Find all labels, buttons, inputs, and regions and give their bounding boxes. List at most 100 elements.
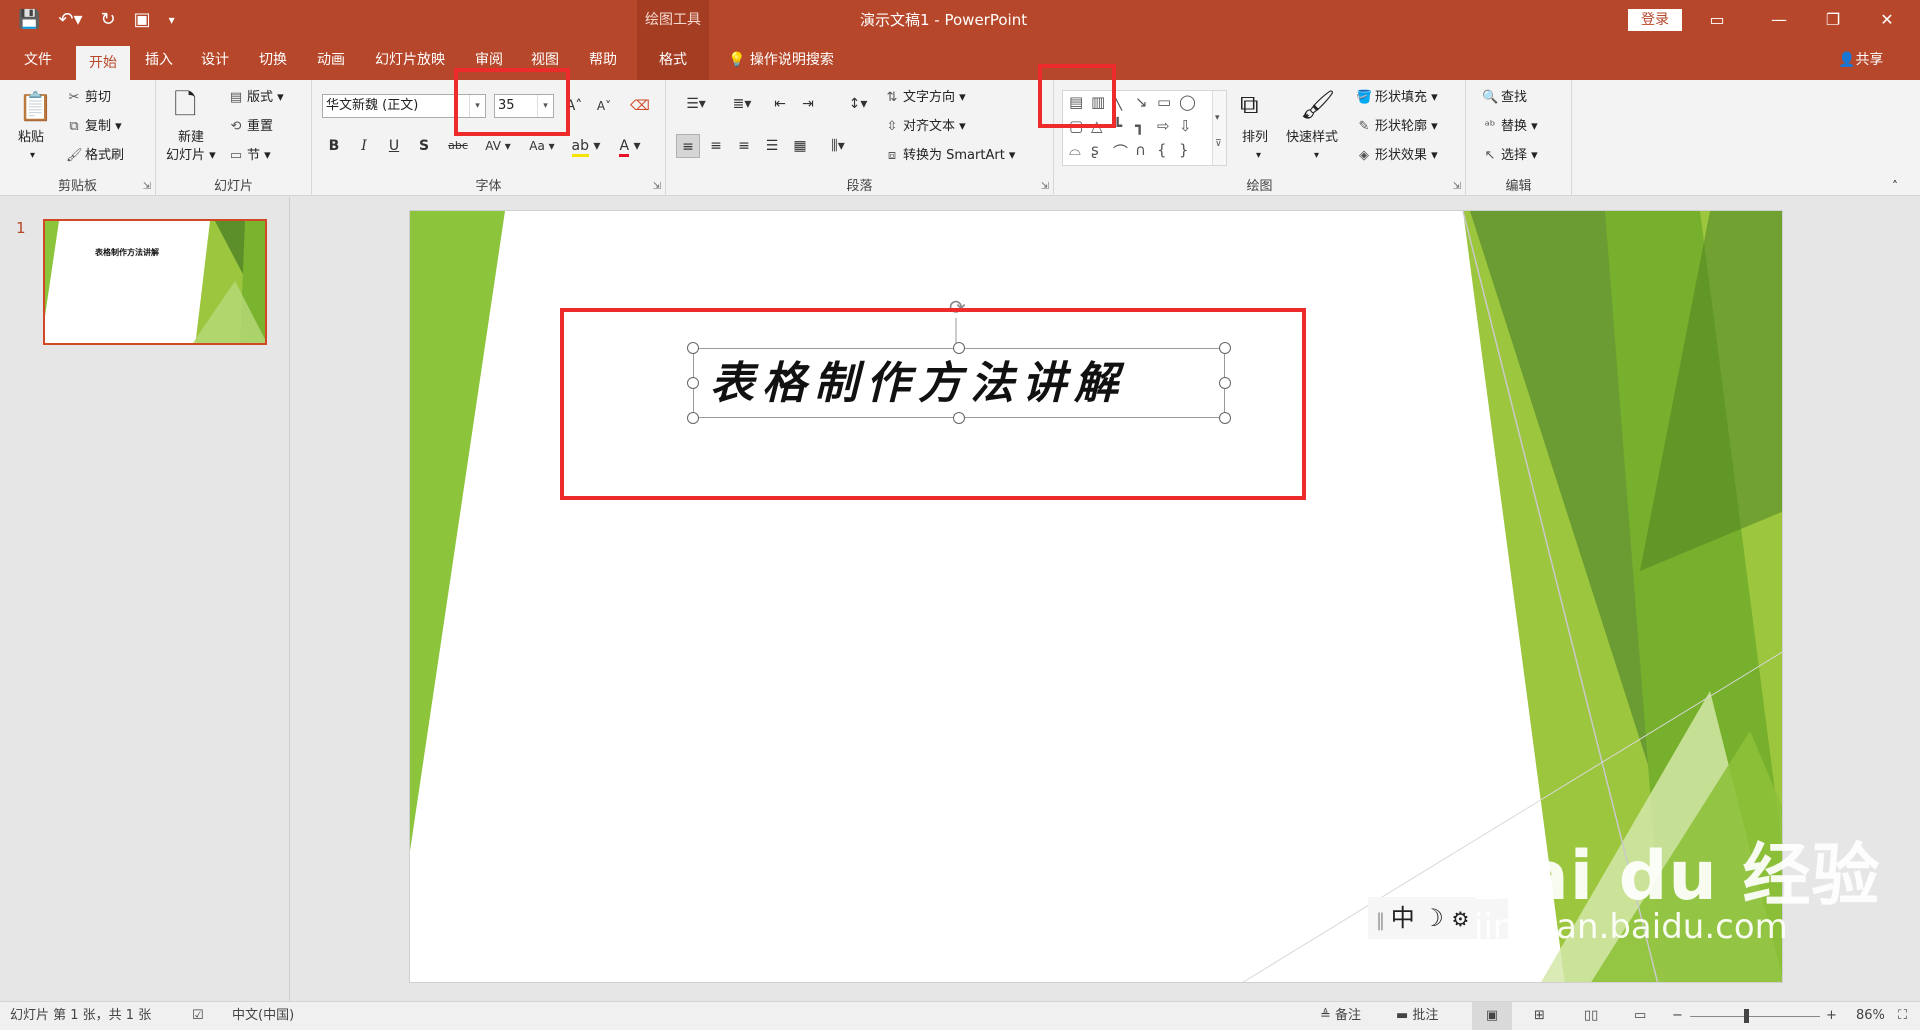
left-brace-icon[interactable]: {	[1157, 141, 1167, 159]
tell-me-search[interactable]: 💡 操作说明搜索	[728, 40, 834, 80]
comments-button[interactable]: ▬ 批注	[1396, 1002, 1438, 1030]
oval-icon[interactable]: ◯	[1179, 93, 1196, 111]
ime-mode[interactable]: 中	[1391, 904, 1415, 932]
tab-help[interactable]: 帮助	[580, 40, 626, 80]
strikethrough-button[interactable]: abc	[442, 134, 474, 158]
dialog-launcher-icon[interactable]: ⇲	[1453, 181, 1461, 192]
clear-formatting-icon[interactable]: ⌫	[628, 94, 652, 118]
zoom-slider-thumb[interactable]	[1743, 1009, 1749, 1023]
minimize-icon[interactable]: —	[1756, 0, 1802, 40]
arrange-icon[interactable]: ⧉	[1240, 90, 1259, 120]
reset-button[interactable]: ⟲ 重置	[228, 117, 273, 137]
highlight-color-button[interactable]: ab ▾	[568, 134, 604, 158]
save-icon[interactable]: 💾	[18, 0, 40, 40]
paste-button[interactable]: 粘贴	[18, 128, 44, 148]
scribble-icon[interactable]: ʂ	[1091, 141, 1099, 159]
redo-icon[interactable]: ↻	[101, 0, 116, 40]
tab-animations[interactable]: 动画	[308, 40, 354, 80]
collapse-ribbon-icon[interactable]: ˄	[1892, 176, 1898, 196]
gallery-scroll[interactable]: ▾ ⊽	[1212, 91, 1226, 165]
align-text-button[interactable]: ⇳ 对齐文本 ▾	[884, 117, 966, 137]
down-arrow-icon[interactable]: ⇩	[1179, 117, 1192, 135]
language-status[interactable]: 中文(中国)	[232, 1002, 294, 1030]
character-spacing-button[interactable]: AV ▾	[478, 134, 518, 158]
moon-icon[interactable]: ☽	[1422, 904, 1444, 932]
paste-icon[interactable]: 📋	[18, 90, 53, 124]
ime-drag-handle[interactable]: ‖	[1376, 910, 1391, 931]
login-button[interactable]: 登录	[1628, 9, 1682, 31]
find-button[interactable]: 🔍 查找	[1482, 88, 1527, 108]
format-painter-button[interactable]: 🖌 格式刷	[66, 146, 124, 166]
notes-button[interactable]: ≜ 备注	[1320, 1002, 1361, 1030]
justify-icon[interactable]: ☰	[760, 134, 784, 158]
layout-button[interactable]: ▤ 版式 ▾	[228, 88, 284, 108]
elbow-arrow-icon[interactable]: ┓	[1135, 117, 1144, 135]
change-case-button[interactable]: Aa ▾	[522, 134, 562, 158]
right-arrow-icon[interactable]: ⇨	[1157, 117, 1170, 135]
smartart-button[interactable]: ⧈ 转换为 SmartArt ▾	[884, 146, 1016, 166]
tab-format[interactable]: 格式	[637, 40, 709, 80]
new-slide-dropdown[interactable]: 幻灯片 ▾	[166, 146, 216, 166]
bold-button[interactable]: B	[322, 134, 346, 158]
slideshow-view-icon[interactable]: ▭	[1634, 1002, 1646, 1030]
reading-view-icon[interactable]: ▯▯	[1584, 1002, 1598, 1030]
shrink-font-button[interactable]: A˅	[592, 94, 616, 118]
zoom-out-icon[interactable]: −	[1672, 1002, 1683, 1030]
text-direction-button[interactable]: ⇅ 文字方向 ▾	[884, 88, 966, 108]
tab-insert[interactable]: 插入	[136, 40, 182, 80]
spell-check-icon[interactable]: ☑	[192, 1002, 204, 1030]
zoom-slider-track[interactable]	[1690, 1016, 1820, 1017]
start-slideshow-icon[interactable]: ▣	[134, 0, 151, 40]
right-brace-icon[interactable]: }	[1179, 141, 1189, 159]
font-color-button[interactable]: A ▾	[612, 134, 648, 158]
tab-transitions[interactable]: 切换	[250, 40, 296, 80]
select-button[interactable]: ↖ 选择 ▾	[1482, 146, 1538, 166]
arc-icon[interactable]: ⌒	[1113, 141, 1128, 162]
section-button[interactable]: ▭ 节 ▾	[228, 146, 271, 166]
restore-icon[interactable]: ❐	[1810, 0, 1856, 40]
dialog-launcher-icon[interactable]: ⇲	[1041, 181, 1049, 192]
undo-icon[interactable]: ↶▾	[58, 0, 82, 40]
share-button[interactable]: 👤共享	[1838, 40, 1883, 80]
gear-icon[interactable]: ⚙	[1452, 907, 1470, 931]
shadow-button[interactable]: S	[412, 134, 436, 158]
tab-design[interactable]: 设计	[192, 40, 238, 80]
paste-dropdown-icon[interactable]: ▾	[30, 146, 35, 166]
increase-indent-icon[interactable]: ⇥	[796, 92, 820, 116]
decrease-indent-icon[interactable]: ⇤	[768, 92, 792, 116]
align-left-icon[interactable]: ≡	[676, 134, 700, 158]
freeform-icon[interactable]: ⌓	[1069, 141, 1081, 159]
quick-styles-button[interactable]: 快速样式	[1286, 128, 1338, 148]
shape-fill-button[interactable]: 🪣 形状填充 ▾	[1356, 88, 1438, 108]
align-right-icon[interactable]: ≡	[732, 134, 756, 158]
copy-button[interactable]: ⧉ 复制 ▾	[66, 117, 121, 137]
underline-button[interactable]: U	[382, 134, 406, 158]
fit-to-window-icon[interactable]: ⛶	[1898, 1002, 1907, 1030]
slide-sorter-icon[interactable]: ⊞	[1534, 1002, 1545, 1030]
columns-icon[interactable]: ⫼▾	[820, 134, 856, 158]
customize-qat-icon[interactable]: ▾	[169, 0, 175, 40]
quick-styles-icon[interactable]: 🖌	[1300, 88, 1336, 122]
new-slide-button[interactable]: 新建	[178, 128, 204, 148]
close-icon[interactable]: ✕	[1864, 0, 1910, 40]
shape-effects-button[interactable]: ◈ 形状效果 ▾	[1356, 146, 1438, 166]
zoom-level[interactable]: 86%	[1856, 1002, 1885, 1030]
normal-view-icon[interactable]: ▣	[1472, 1002, 1512, 1030]
replace-button[interactable]: ᵃᵇ 替换 ▾	[1482, 117, 1538, 137]
arrow-line-icon[interactable]: ↘	[1135, 93, 1148, 111]
dialog-launcher-icon[interactable]: ⇲	[143, 181, 151, 192]
quick-styles-dropdown-icon[interactable]: ▾	[1314, 146, 1319, 166]
curve-icon[interactable]: ∩	[1135, 141, 1146, 159]
align-center-icon[interactable]: ≡	[704, 134, 728, 158]
tab-home[interactable]: 开始	[76, 46, 130, 80]
line-spacing-icon[interactable]: ↕▾	[840, 92, 876, 116]
rectangle-icon[interactable]: ▭	[1157, 93, 1171, 111]
tab-slideshow[interactable]: 幻灯片放映	[366, 40, 454, 80]
ribbon-display-options-icon[interactable]: ▭	[1694, 0, 1740, 40]
dialog-launcher-icon[interactable]: ⇲	[653, 181, 661, 192]
tab-file[interactable]: 文件	[14, 40, 62, 80]
shape-outline-button[interactable]: ✎ 形状轮廓 ▾	[1356, 117, 1438, 137]
new-slide-icon[interactable]: 🗋	[174, 88, 197, 122]
italic-button[interactable]: I	[352, 134, 376, 158]
arrange-button[interactable]: 排列	[1242, 128, 1268, 148]
